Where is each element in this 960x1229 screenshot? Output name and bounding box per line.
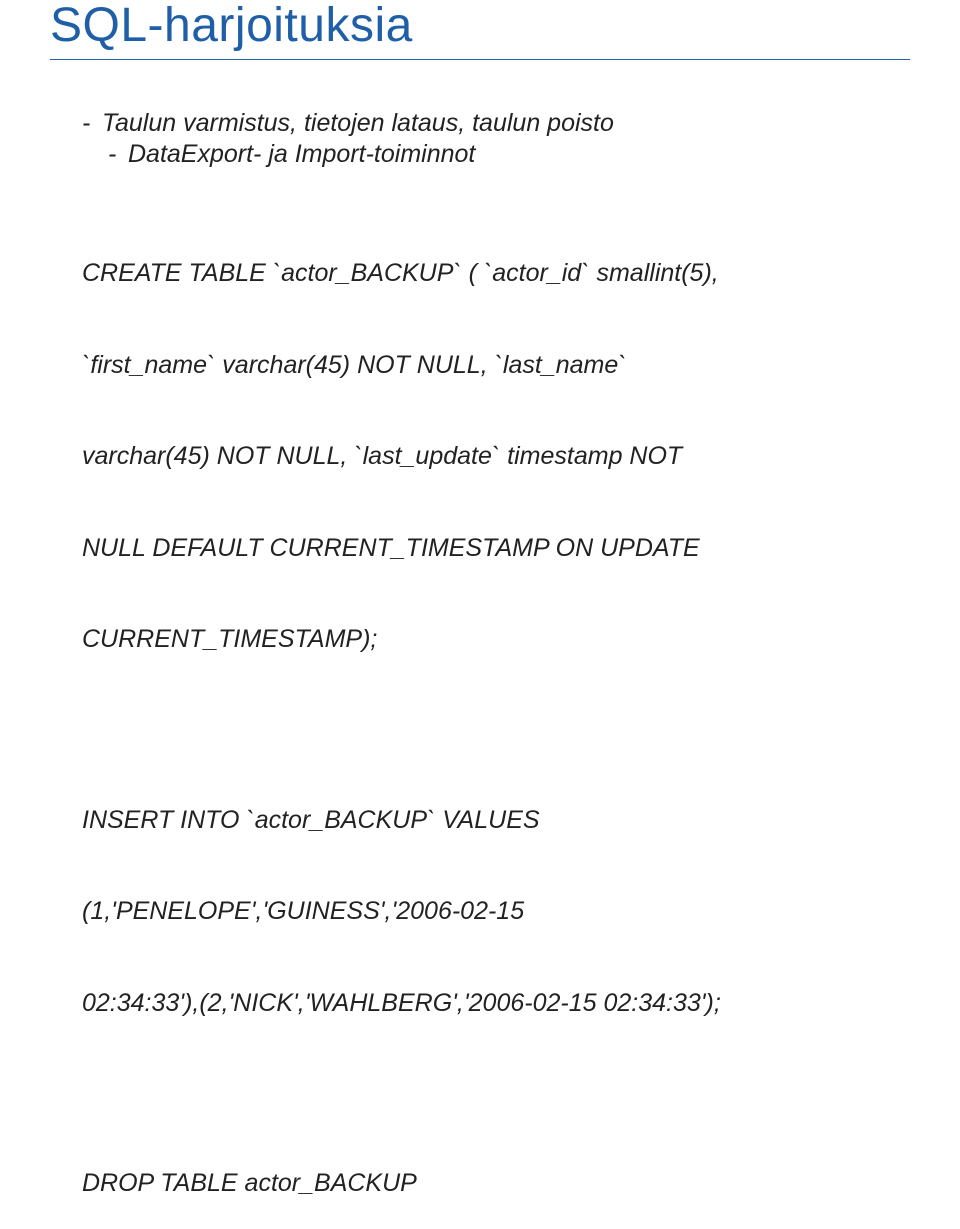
sql-line: CREATE TABLE `actor_BACKUP` ( `actor_id`… bbox=[82, 258, 910, 289]
bullet-item: - Taulun varmistus, tietojen lataus, tau… bbox=[82, 108, 910, 139]
sql-line: (1,'PENELOPE','GUINESS','2006-02-15 bbox=[82, 896, 910, 927]
sql-line: DROP TABLE actor_BACKUP bbox=[82, 1168, 910, 1199]
bullet-text: Taulun varmistus, tietojen lataus, taulu… bbox=[102, 108, 614, 139]
bullet-text: DataExport- ja Import-toiminnot bbox=[128, 139, 475, 170]
bullet-item: - DataExport- ja Import-toiminnot bbox=[82, 139, 910, 170]
sql-code-block: CREATE TABLE `actor_BACKUP` ( `actor_id`… bbox=[50, 197, 910, 1229]
sql-line: INSERT INTO `actor_BACKUP` VALUES bbox=[82, 805, 910, 836]
bullet-list: - Taulun varmistus, tietojen lataus, tau… bbox=[50, 108, 910, 169]
slide-title: SQL-harjoituksia bbox=[50, 0, 910, 60]
dash-icon: - bbox=[108, 139, 128, 170]
sql-line: `first_name` varchar(45) NOT NULL, `last… bbox=[82, 350, 910, 381]
sql-line: NULL DEFAULT CURRENT_TIMESTAMP ON UPDATE bbox=[82, 533, 910, 564]
sql-line: CURRENT_TIMESTAMP); bbox=[82, 624, 910, 655]
sql-line: 02:34:33'),(2,'NICK','WAHLBERG','2006-02… bbox=[82, 988, 910, 1019]
sql-line: varchar(45) NOT NULL, `last_update` time… bbox=[82, 441, 910, 472]
dash-icon: - bbox=[82, 108, 102, 139]
